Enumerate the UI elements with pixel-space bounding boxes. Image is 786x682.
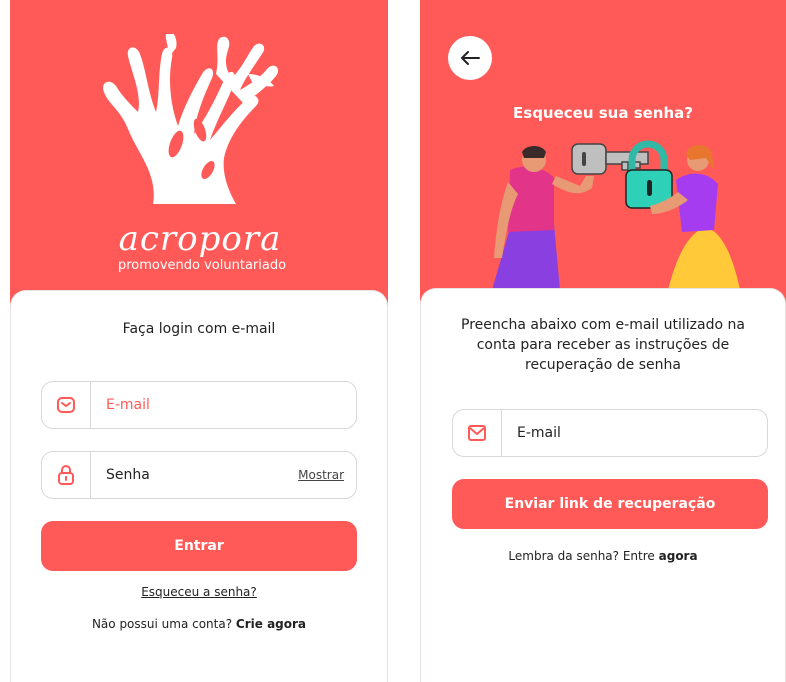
login-card: Faça login com e-mail E-mail Senha Mostr… (10, 290, 388, 682)
remember-login-link[interactable]: agora (659, 549, 698, 563)
recovery-card: Preencha abaixo com e-mail utilizado na … (420, 288, 786, 682)
forgot-password-link[interactable]: Esqueceu a senha? (141, 585, 257, 599)
email-field[interactable]: E-mail (41, 381, 357, 429)
login-button[interactable]: Entrar (41, 521, 357, 571)
recovery-instructions: Preencha abaixo com e-mail utilizado na … (421, 315, 785, 375)
recovery-title: Esqueceu sua senha? (513, 104, 693, 122)
send-recovery-link-button[interactable]: Enviar link de recuperação (452, 479, 768, 529)
recovery-screen: Esqueceu sua senha? Preencha abaixo com … (420, 0, 786, 682)
login-title: Faça login com e-mail (122, 321, 276, 337)
brand-wordmark: acropora (118, 219, 282, 259)
mail-icon (42, 382, 91, 428)
lock-icon (42, 452, 91, 498)
instructions-line-3: recuperação de senha (525, 357, 681, 373)
key-lock-illustration (492, 140, 740, 290)
instructions-line-2: conta para receber as instruções de (476, 337, 730, 353)
password-field[interactable]: Senha Mostrar (41, 451, 357, 499)
email-placeholder: E-mail (106, 397, 150, 413)
login-screen: acropora promovendo voluntariado Faça lo… (10, 0, 388, 682)
back-button[interactable] (448, 36, 492, 80)
signup-row: Não possui uma conta? Crie agora (11, 617, 387, 631)
signup-text: Não possui uma conta? (91, 617, 233, 631)
mail-icon (453, 410, 502, 456)
show-password-toggle[interactable]: Mostrar (298, 452, 344, 498)
password-placeholder: Senha (106, 467, 150, 483)
brand-tagline: promovendo voluntariado (117, 258, 287, 273)
signup-link[interactable]: Crie agora (236, 617, 306, 631)
remember-row: Lembra da senha? Entre agora (421, 549, 785, 563)
recovery-email-placeholder: E-mail (517, 425, 561, 441)
coral-logo (103, 34, 279, 204)
recovery-email-field[interactable]: E-mail (452, 409, 768, 457)
remember-text: Lembra da senha? Entre (508, 549, 655, 563)
instructions-line-1: Preencha abaixo com e-mail utilizado na (461, 317, 745, 333)
arrow-left-icon (461, 51, 480, 65)
